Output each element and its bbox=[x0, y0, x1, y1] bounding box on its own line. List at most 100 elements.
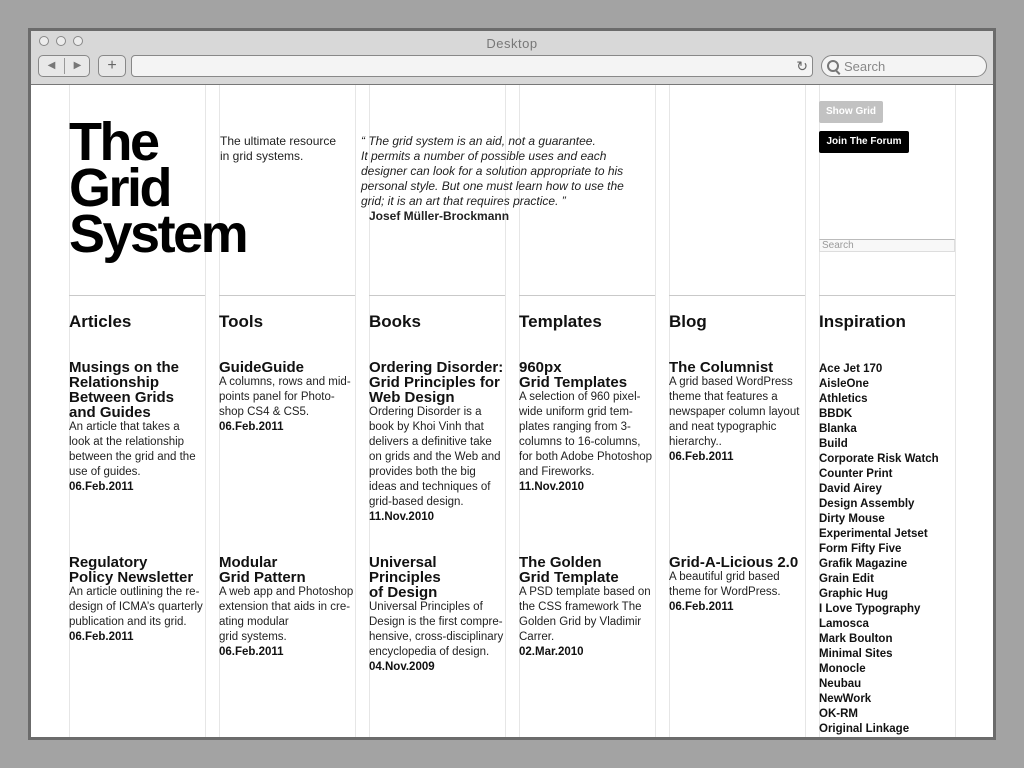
join-forum-button[interactable]: Join The Forum bbox=[819, 131, 909, 153]
article-date: 06.Feb.2011 bbox=[669, 601, 734, 613]
grid-guide bbox=[805, 85, 806, 737]
section-divider bbox=[669, 295, 805, 296]
desc-line: between the grid and the bbox=[69, 451, 196, 463]
article-item: Ordering Disorder: Grid Principles for W… bbox=[369, 360, 503, 525]
tagline-line: The ultimate resource bbox=[220, 134, 337, 148]
logo-line: System bbox=[69, 204, 249, 264]
grid-guide bbox=[655, 85, 656, 737]
blog-column: Blog The Columnist A grid based WordPres… bbox=[669, 312, 809, 613]
inspiration-link[interactable]: Blanka bbox=[819, 422, 939, 437]
article-description: A web app and Photoshop extension that a… bbox=[219, 585, 353, 645]
desc-line: Ordering Disorder is a bbox=[369, 406, 482, 418]
inspiration-link[interactable]: Grain Edit bbox=[819, 572, 939, 587]
article-date: 06.Feb.2011 bbox=[219, 646, 284, 658]
section-heading-templates[interactable]: Templates bbox=[519, 312, 659, 332]
inspiration-list: Ace Jet 170 AisleOne Athletics BBDK Blan… bbox=[819, 362, 939, 737]
show-grid-button[interactable]: Show Grid bbox=[819, 101, 883, 123]
article-date: 11.Nov.2010 bbox=[519, 481, 585, 493]
desc-line: Design is the first compre- bbox=[369, 616, 503, 628]
article-title[interactable]: The Golden Grid Template bbox=[519, 555, 651, 585]
inspiration-link[interactable]: Form Fifty Five bbox=[819, 542, 939, 557]
desc-line: extension that aids in cre- bbox=[219, 601, 351, 613]
inspiration-link[interactable]: David Airey bbox=[819, 482, 939, 497]
article-title[interactable]: Ordering Disorder: Grid Principles for W… bbox=[369, 360, 503, 405]
inspiration-link[interactable]: Monocle bbox=[819, 662, 939, 677]
inspiration-link[interactable]: Counter Print bbox=[819, 467, 939, 482]
article-title[interactable]: GuideGuide bbox=[219, 360, 351, 375]
title-line: Grid-A-Licious 2.0 bbox=[669, 554, 799, 571]
inspiration-link[interactable]: Experimental Jetset bbox=[819, 527, 939, 542]
inspiration-link[interactable]: Mark Boulton bbox=[819, 632, 939, 647]
article-item: Modular Grid Pattern A web app and Photo… bbox=[219, 555, 353, 660]
title-line: The Golden bbox=[519, 554, 602, 571]
article-title[interactable]: The Columnist bbox=[669, 360, 799, 375]
browser-search-input[interactable] bbox=[844, 58, 979, 74]
inspiration-link[interactable]: Build bbox=[819, 437, 939, 452]
section-heading-articles[interactable]: Articles bbox=[69, 312, 209, 332]
article-title[interactable]: Regulatory Policy Newsletter bbox=[69, 555, 203, 585]
inspiration-link[interactable]: Graphic Hug bbox=[819, 587, 939, 602]
desc-line: for both Adobe Photoshop bbox=[519, 451, 652, 463]
desc-line: provides both the big bbox=[369, 466, 476, 478]
title-line: Web Design bbox=[369, 389, 455, 406]
title-line: Grid Principles for bbox=[369, 374, 500, 391]
desc-line: book by Khoi Vinh that bbox=[369, 421, 484, 433]
inspiration-link[interactable]: Ace Jet 170 bbox=[819, 362, 939, 377]
desc-line: A selection of 960 pixel- bbox=[519, 391, 641, 403]
new-tab-button[interactable]: + bbox=[98, 55, 126, 77]
inspiration-link[interactable]: OK-RM bbox=[819, 707, 939, 722]
desc-line: A web app and Photoshop bbox=[219, 586, 354, 598]
article-item: Universal Principles of Design Universal… bbox=[369, 555, 503, 675]
window-title: Desktop bbox=[486, 36, 538, 51]
browser-search-field[interactable] bbox=[821, 55, 987, 77]
templates-column: Templates 960px Grid Templates A selecti… bbox=[519, 312, 659, 658]
title-line: Grid Template bbox=[519, 569, 619, 586]
tagline-line: in grid systems. bbox=[220, 149, 304, 163]
desc-line: theme for WordPress. bbox=[669, 586, 781, 598]
inspiration-link[interactable]: Athletics bbox=[819, 392, 939, 407]
browser-window: Desktop ◀ ▶ + ↻ T bbox=[28, 28, 996, 740]
back-arrow-icon[interactable]: ◀ bbox=[39, 56, 64, 76]
article-title[interactable]: 960px Grid Templates bbox=[519, 360, 652, 390]
article-description: An article that takes a look at the rela… bbox=[69, 420, 196, 480]
header-quote: “ The grid system is an aid, not a guara… bbox=[361, 134, 631, 224]
article-item: The Columnist A grid based WordPress the… bbox=[669, 360, 799, 465]
inspiration-link[interactable]: AisleOne bbox=[819, 377, 939, 392]
inspiration-column: Inspiration Ace Jet 170 AisleOne Athleti… bbox=[819, 312, 959, 735]
title-line: Grid Pattern bbox=[219, 569, 306, 586]
nav-buttons: ◀ ▶ bbox=[38, 55, 90, 77]
article-title[interactable]: Musings on the Relationship Between Grid… bbox=[69, 360, 196, 420]
section-heading-books[interactable]: Books bbox=[369, 312, 509, 332]
title-line: Relationship bbox=[69, 374, 160, 391]
forward-arrow-icon[interactable]: ▶ bbox=[65, 56, 90, 76]
inspiration-link[interactable]: Neubau bbox=[819, 677, 939, 692]
title-line: Principles bbox=[369, 569, 441, 586]
inspiration-link[interactable]: Design Assembly bbox=[819, 497, 939, 512]
inspiration-link[interactable]: NewWork bbox=[819, 692, 939, 707]
quote-line: personal style. But one must learn how t… bbox=[361, 179, 624, 193]
inspiration-link[interactable]: Minimal Sites bbox=[819, 647, 939, 662]
article-title[interactable]: Modular Grid Pattern bbox=[219, 555, 353, 585]
inspiration-link[interactable]: Corporate Risk Watch bbox=[819, 452, 939, 467]
section-heading-blog[interactable]: Blog bbox=[669, 312, 809, 332]
inspiration-link[interactable]: Original Linkage bbox=[819, 722, 939, 737]
inspiration-link[interactable]: Lamosca bbox=[819, 617, 939, 632]
desc-line: use of guides. bbox=[69, 466, 141, 478]
inspiration-link[interactable]: Dirty Mouse bbox=[819, 512, 939, 527]
inspiration-link[interactable]: Grafik Magazine bbox=[819, 557, 939, 572]
site-search-input[interactable] bbox=[819, 239, 955, 252]
article-date: 06.Feb.2011 bbox=[69, 631, 134, 643]
article-date: 06.Feb.2011 bbox=[69, 481, 134, 493]
title-line: Modular bbox=[219, 554, 278, 571]
article-description: A grid based WordPress theme that featur… bbox=[669, 375, 799, 450]
section-heading-tools[interactable]: Tools bbox=[219, 312, 359, 332]
desc-line: A beautiful grid based bbox=[669, 571, 780, 583]
address-bar[interactable]: ↻ bbox=[131, 55, 813, 77]
article-description: Universal Principles of Design is the fi… bbox=[369, 600, 503, 660]
section-heading-inspiration[interactable]: Inspiration bbox=[819, 312, 959, 332]
reload-icon[interactable]: ↻ bbox=[796, 57, 808, 75]
inspiration-link[interactable]: BBDK bbox=[819, 407, 939, 422]
article-title[interactable]: Grid-A-Licious 2.0 bbox=[669, 555, 798, 570]
article-title[interactable]: Universal Principles of Design bbox=[369, 555, 503, 600]
inspiration-link[interactable]: I Love Typography bbox=[819, 602, 939, 617]
